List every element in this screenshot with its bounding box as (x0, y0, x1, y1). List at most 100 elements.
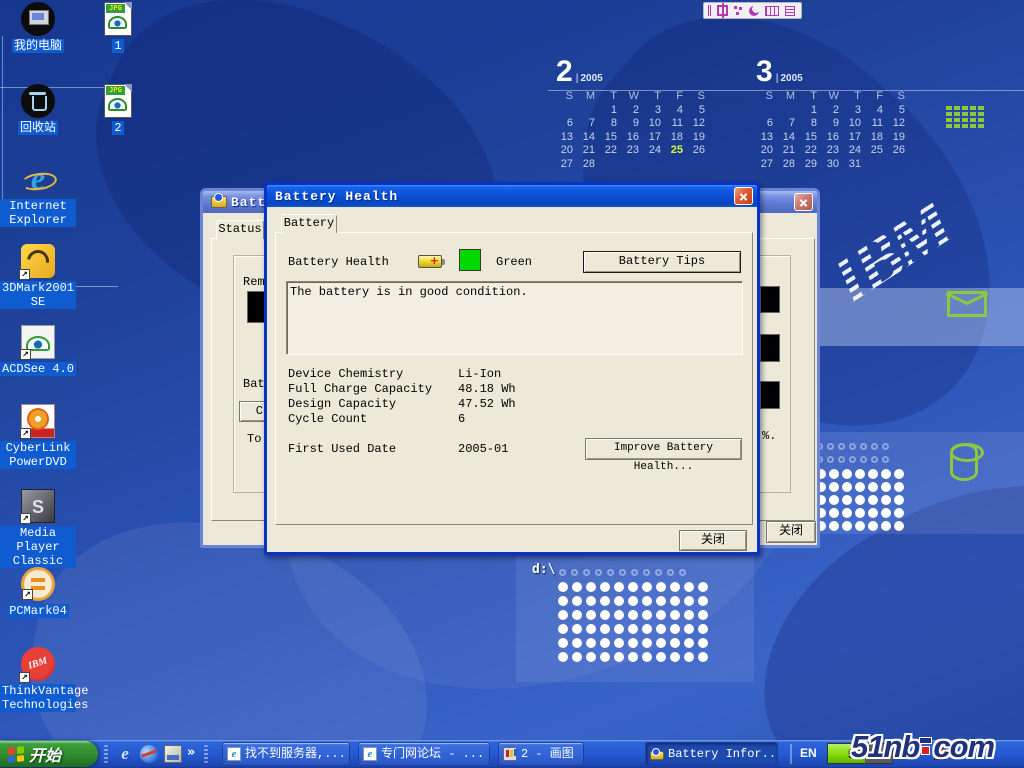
dot-filled (698, 596, 708, 606)
field-label: Design Capacity (288, 397, 458, 412)
dot-filled (855, 508, 865, 518)
punctuation-icon[interactable] (734, 6, 743, 16)
dot-filled (684, 638, 694, 648)
condition-textbox[interactable]: The battery is in good condition. (286, 281, 743, 355)
language-indicator[interactable]: EN (800, 746, 817, 760)
desktop-icon-jpg-file-2[interactable]: JPG2 (80, 84, 156, 136)
calendar-day: 14 (778, 131, 800, 145)
dot-filled (894, 482, 904, 492)
calendar-grid: SMTWTFS123456789101112131415161718192021… (756, 90, 914, 171)
desktop-icon-thinkvantage[interactable]: ↗ThinkVantage Technologies (0, 647, 76, 713)
calendar-month-number: 2 (556, 55, 573, 88)
show-desktop-icon[interactable] (164, 745, 182, 763)
shortcut-arrow-icon: ↗ (20, 428, 31, 439)
field-label: Full Charge Capacity (288, 382, 458, 397)
calendar-day: 1 (800, 104, 822, 118)
calendar-weekday: S (556, 90, 578, 104)
dot-filled (572, 596, 582, 606)
close-button-back[interactable]: 关闭 (766, 521, 816, 543)
dot-filled (586, 638, 596, 648)
chinese-mode-icon[interactable] (717, 5, 728, 16)
shortcut-arrow-icon: ↗ (19, 269, 30, 280)
close-icon[interactable] (794, 193, 813, 211)
task-button-battery-infor-[interactable]: Battery Infor... (645, 742, 778, 766)
calendar-day: 3 (844, 104, 866, 118)
dot-filled (642, 624, 652, 634)
dot-filled (881, 469, 891, 479)
calendar-weekday: T (844, 90, 866, 104)
halfmoon-icon[interactable] (749, 6, 759, 16)
dot-filled (642, 596, 652, 606)
battery-tips-button[interactable]: Battery Tips (583, 251, 741, 273)
dot-filled (558, 596, 568, 606)
calendar-day: 16 (822, 131, 844, 145)
browser-globe-icon[interactable] (140, 745, 158, 763)
media-player-classic-icon: ↗ (21, 489, 55, 523)
close-button[interactable]: 关闭 (679, 530, 747, 551)
dot-outline (860, 443, 867, 450)
calendar-day: 22 (600, 144, 622, 158)
calendar-weekday: W (622, 90, 644, 104)
dot-filled (698, 638, 708, 648)
calendar-weekday: S (756, 90, 778, 104)
watermark-part2: com (933, 729, 994, 764)
desktop-icon-label: Internet Explorer (0, 199, 76, 227)
desktop-icon-jpg-file-1[interactable]: JPG1 (80, 2, 156, 54)
keyboard-icon[interactable] (765, 6, 779, 16)
calendar-day: 18 (666, 131, 688, 145)
desktop-icon-label: PCMark04 (7, 604, 69, 618)
calendar-day: 30 (822, 158, 844, 172)
calendar-day: 9 (622, 117, 644, 131)
desktop-icon-acdsee-40[interactable]: ↗ACDSee 4.0 (0, 325, 76, 377)
calendar-day: 27 (556, 158, 578, 172)
dot-filled (558, 652, 568, 662)
quick-launch-separator[interactable] (204, 745, 208, 763)
desktop-icon-my-computer[interactable]: 我的电脑 (0, 2, 76, 54)
status-box-2 (760, 334, 780, 362)
calendar-day: 21 (578, 144, 600, 158)
menu-icon[interactable] (785, 6, 795, 16)
ime-language-bar[interactable] (703, 2, 802, 19)
task-button--[interactable]: 专门网论坛 - ... (358, 742, 490, 766)
dot-filled (842, 469, 852, 479)
quick-launch-chevron[interactable]: » (187, 744, 195, 762)
dot-filled (628, 610, 638, 620)
task-button-2-[interactable]: 2 - 画图 (498, 742, 584, 766)
calendar-day: 23 (622, 144, 644, 158)
dot-filled (829, 508, 839, 518)
improve-battery-health-button[interactable]: Improve Battery Health... (585, 438, 742, 460)
dot-filled (698, 624, 708, 634)
dot-filled (656, 638, 666, 648)
tab-battery[interactable]: Battery (281, 214, 337, 233)
calendar-day: 22 (800, 144, 822, 158)
desktop-icon-3dmark2001-se[interactable]: ↗3DMark2001 SE (0, 244, 76, 310)
quick-launch-separator[interactable] (104, 745, 108, 763)
dot-filled (572, 624, 582, 634)
battery-health-titlebar[interactable]: Battery Health (267, 185, 757, 207)
desktop-icon-media-player-classic[interactable]: ↗Media Player Classic (0, 489, 76, 569)
desktop-icon-pcmark04[interactable]: ↗PCMark04 (0, 567, 76, 619)
desktop-icon-recycle-bin[interactable]: 回收站 (0, 84, 76, 136)
health-status-text: Green (496, 255, 532, 270)
dot-filled (656, 582, 666, 592)
close-icon[interactable] (734, 187, 753, 205)
ie-icon[interactable]: e (116, 745, 134, 763)
calendar-day (756, 104, 778, 118)
desktop-icon-internet-explorer[interactable]: eInternet Explorer (0, 162, 76, 228)
start-button[interactable]: 开始 (0, 741, 98, 767)
desktop-icon-cyberlink-powerdvd[interactable]: ↗CyberLink PowerDVD (0, 404, 76, 470)
calendar-day: 11 (666, 117, 688, 131)
calendar-day (866, 158, 888, 172)
dot-filled (600, 624, 610, 634)
desktop-icon-label: ACDSee 4.0 (0, 362, 76, 376)
calendar-day: 4 (666, 104, 688, 118)
dot-filled (628, 624, 638, 634)
calendar-weekday: M (778, 90, 800, 104)
ime-grip-handle[interactable] (708, 5, 711, 16)
task-button--[interactable]: 找不到服务器,... (222, 742, 350, 766)
calendar-weekday: F (666, 90, 688, 104)
field-value: 47.52 Wh (458, 397, 516, 412)
tab-status[interactable]: Status (216, 220, 264, 239)
calendar-day (778, 104, 800, 118)
calendar-day: 10 (644, 117, 666, 131)
